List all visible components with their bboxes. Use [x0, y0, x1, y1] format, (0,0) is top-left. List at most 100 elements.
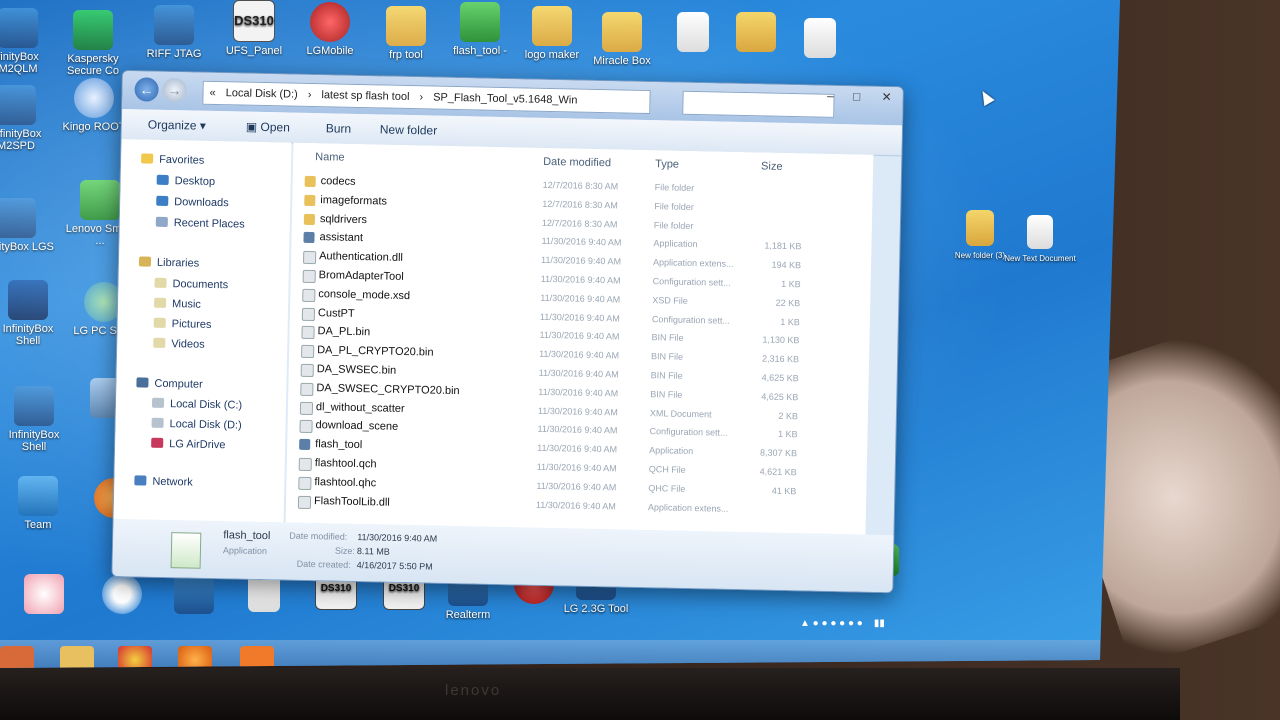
file-size: 194 KB [771, 259, 802, 271]
anchor-icon [18, 476, 58, 516]
nav-item-recent[interactable]: Recent Places [155, 216, 245, 231]
desktop-icon[interactable]: logo maker [514, 6, 590, 61]
file-date: 11/30/2016 9:40 AM [538, 367, 619, 380]
nav-item-desktop[interactable]: Desktop [156, 174, 215, 188]
maximize-button[interactable]: □ [844, 88, 868, 104]
file-list: Name Date modified Type Size codecs 12/7/… [285, 142, 874, 535]
file-icon [677, 12, 709, 52]
folder-icon [386, 6, 426, 46]
file-icon [301, 307, 316, 321]
open-button[interactable]: ▣ Open [246, 120, 290, 135]
column-size[interactable]: Size [761, 160, 783, 172]
nav-favorites[interactable]: Favorites [141, 153, 204, 167]
desktop-icon[interactable]: New folder (3) [942, 210, 1018, 262]
breadcrumb-sep: « [209, 86, 216, 99]
file-type: Configuration sett... [652, 276, 731, 288]
nav-libraries[interactable]: Libraries [138, 256, 199, 270]
address-bar[interactable]: « Local Disk (D:) › latest sp flash tool › SP… [202, 80, 651, 115]
file-type: Application [649, 445, 694, 457]
nav-item-downloads[interactable]: Downloads [156, 195, 229, 209]
nav-item-disk-d[interactable]: Local Disk (D:) [151, 417, 242, 432]
burn-button[interactable]: Burn [326, 121, 352, 136]
folder-icon [304, 194, 316, 206]
file-type: File folder [654, 200, 694, 212]
file-date: 11/30/2016 9:40 AM [536, 480, 617, 493]
search-input[interactable] [682, 90, 835, 118]
desktop-icon[interactable]: finityBox M2QLM [0, 8, 56, 75]
system-tray[interactable]: ▲ ● ● ● ● ● ● ▮▮ [800, 618, 885, 629]
desktop-icon[interactable]: DS310 UFS_Panel [216, 0, 292, 57]
nav-item-disk-c[interactable]: Local Disk (C:) [151, 397, 242, 412]
breadcrumb-item[interactable]: Local Disk (D:) [226, 87, 298, 101]
green-icon [460, 2, 500, 42]
open-icon: ▣ [245, 119, 261, 134]
desktop-icon[interactable]: InfinityBox Shell [0, 280, 66, 347]
desktop-icon[interactable]: Kaspersky Secure Co [55, 10, 131, 77]
desktop-icon[interactable] [84, 574, 160, 617]
search-icon [102, 574, 142, 614]
file-name: console_mode.xsd [318, 287, 411, 302]
file-date: 12/7/2016 8:30 AM [541, 217, 618, 230]
detail-modified: 11/30/2016 9:40 AM [357, 532, 438, 544]
column-type[interactable]: Type [655, 158, 679, 170]
desktop-icon[interactable]: flash_tool - [442, 2, 518, 57]
desktop-icon[interactable] [718, 12, 794, 55]
app-icon [14, 386, 54, 426]
file-icon [302, 269, 316, 284]
nav-item-videos[interactable]: Videos [153, 337, 205, 351]
desktop-icon[interactable]: InfinityBox M2SPD [0, 85, 54, 152]
column-name[interactable]: Name [315, 151, 345, 164]
explorer-window[interactable]: ← → « Local Disk (D:) › latest sp flash too… [111, 70, 904, 594]
desktop-icon [156, 174, 169, 186]
breadcrumb-item[interactable]: latest sp flash tool [321, 89, 409, 103]
file-size: 1 KB [777, 429, 798, 440]
forward-button[interactable]: → [162, 77, 187, 103]
organize-button[interactable]: Organize ▾ [148, 118, 206, 133]
desktop-icon[interactable]: InfinityBox Shell [0, 386, 72, 453]
back-button[interactable]: ← [134, 77, 159, 102]
desktop-icon[interactable]: InfinityBox LGS [0, 198, 54, 253]
file-size: 4,625 KB [761, 391, 799, 403]
file-date: 11/30/2016 9:40 AM [540, 292, 621, 305]
breadcrumb-sep: › [419, 91, 424, 104]
app-icon [154, 5, 194, 45]
file-name: DA_SWSEC_CRYPTO20.bin [316, 381, 460, 397]
file-type: File folder [654, 182, 695, 194]
nav-item-music[interactable]: Music [154, 297, 201, 311]
column-date[interactable]: Date modified [543, 156, 611, 169]
desktop-icon[interactable]: frp tool [368, 6, 444, 61]
star-icon [141, 153, 154, 164]
file-date: 11/30/2016 9:40 AM [537, 424, 618, 436]
desktop-icon[interactable] [782, 18, 858, 61]
nav-computer[interactable]: Computer [136, 377, 203, 391]
desktop-icon[interactable]: RIFF JTAG [136, 5, 212, 60]
nav-item-documents[interactable]: Documents [154, 277, 228, 291]
breadcrumb-item[interactable]: SP_Flash_Tool_v5.1648_Win [433, 92, 578, 107]
nav-item-airdrive[interactable]: LG AirDrive [151, 437, 226, 451]
file-size: 4,625 KB [761, 372, 799, 384]
close-button[interactable]: ✕ [874, 89, 898, 105]
desktop-icon[interactable] [655, 12, 731, 55]
minimize-button[interactable]: – [818, 88, 842, 104]
laptop-bezel [0, 668, 1180, 720]
new-folder-button[interactable]: New folder [380, 122, 438, 137]
desktop-icon[interactable]: LGMobile [292, 2, 368, 57]
file-size [762, 222, 802, 223]
file-size: 1 KB [780, 316, 800, 327]
file-size [762, 203, 802, 204]
desktop-icon[interactable]: New Text Document [1002, 215, 1078, 265]
nav-item-pictures[interactable]: Pictures [153, 317, 212, 331]
desktop-icon[interactable]: Miracle Box [584, 12, 660, 67]
desktop-icon[interactable] [6, 574, 82, 617]
airdrive-icon [151, 437, 164, 448]
desktop-icon[interactable]: Team [0, 476, 76, 531]
detail-filename: flash_tool [223, 529, 271, 543]
file-date: 11/30/2016 9:40 AM [537, 405, 618, 418]
file-icon [299, 420, 313, 434]
folder-icon [532, 6, 572, 46]
nav-network[interactable]: Network [134, 475, 193, 489]
desktop-icon[interactable] [156, 574, 232, 617]
file-icon [302, 288, 316, 302]
file-name: DA_PL_CRYPTO20.bin [317, 344, 434, 359]
computer-icon [136, 377, 149, 388]
